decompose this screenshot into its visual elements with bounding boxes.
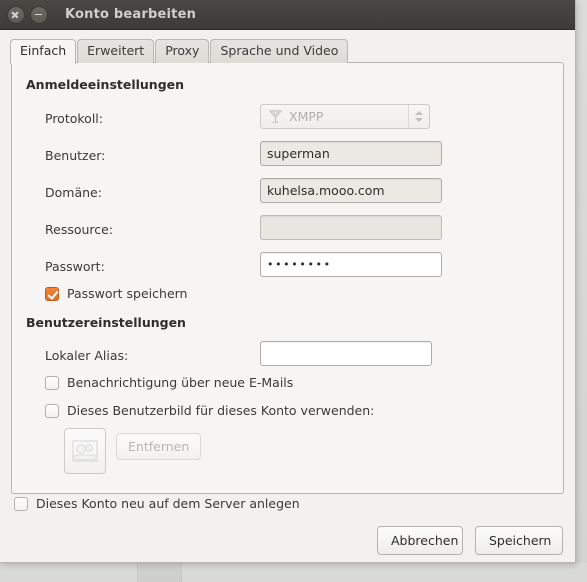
tab-panel-einfach: Anmeldeeinstellungen Protokoll: XMPP Ben… xyxy=(11,62,564,494)
user-label: Benutzer: xyxy=(45,148,106,163)
account-edit-dialog: Konto bearbeiten Einfach Erweitert Proxy… xyxy=(0,0,576,563)
close-icon[interactable] xyxy=(7,5,25,24)
cancel-button[interactable]: Abbrechen xyxy=(377,526,463,555)
use-avatar-checkbox-row[interactable]: Dieses Benutzerbild für dieses Konto ver… xyxy=(45,403,374,418)
domain-label: Domäne: xyxy=(45,185,102,200)
tab-proxy[interactable]: Proxy xyxy=(155,39,210,63)
register-account-checkbox[interactable] xyxy=(14,496,28,511)
save-password-checkbox[interactable] xyxy=(45,286,59,301)
use-avatar-checkbox[interactable] xyxy=(45,403,59,418)
notify-mail-checkbox-row[interactable]: Benachrichtigung über neue E-Mails xyxy=(45,375,293,390)
minimize-icon[interactable] xyxy=(30,5,48,24)
window-title: Konto bearbeiten xyxy=(65,7,197,22)
titlebar: Konto bearbeiten xyxy=(0,0,575,30)
resource-input[interactable] xyxy=(260,215,442,240)
avatar-button[interactable] xyxy=(64,428,106,474)
resource-label: Ressource: xyxy=(45,222,114,237)
tab-einfach[interactable]: Einfach xyxy=(10,39,77,64)
save-password-label: Passwort speichern xyxy=(67,286,188,301)
spinner-down-icon[interactable] xyxy=(415,118,423,122)
protocol-label: Protokoll: xyxy=(45,111,103,126)
save-password-checkbox-row[interactable]: Passwort speichern xyxy=(45,286,187,301)
desktop-window-edge xyxy=(137,563,182,582)
image-placeholder-icon xyxy=(72,440,98,462)
password-input[interactable]: •••••••• xyxy=(260,252,442,277)
tab-erweitert[interactable]: Erweitert xyxy=(77,39,155,63)
user-input[interactable]: superman xyxy=(260,141,442,166)
protocol-combobox[interactable]: XMPP xyxy=(260,104,430,129)
local-alias-input[interactable] xyxy=(260,341,432,366)
register-account-checkbox-row[interactable]: Dieses Konto neu auf dem Server anlegen xyxy=(14,496,300,511)
protocol-spinner[interactable] xyxy=(408,105,429,128)
protocol-value: XMPP xyxy=(289,109,324,124)
local-alias-label: Lokaler Alias: xyxy=(45,348,129,363)
spinner-up-icon[interactable] xyxy=(415,111,423,115)
login-settings-heading: Anmeldeeinstellungen xyxy=(26,77,185,92)
save-button[interactable]: Speichern xyxy=(475,526,563,555)
domain-input[interactable]: kuhelsa.mooo.com xyxy=(260,178,442,203)
remove-avatar-button[interactable]: Entfernen xyxy=(116,433,202,460)
tab-sprache-und-video[interactable]: Sprache und Video xyxy=(210,39,349,63)
password-label: Passwort: xyxy=(45,259,105,274)
user-settings-heading: Benutzereinstellungen xyxy=(26,315,186,330)
use-avatar-label: Dieses Benutzerbild für dieses Konto ver… xyxy=(67,403,375,418)
notify-mail-checkbox[interactable] xyxy=(45,375,59,390)
desktop-strip xyxy=(0,563,587,582)
xmpp-icon xyxy=(268,110,283,123)
tab-bar: Einfach Erweitert Proxy Sprache und Vide… xyxy=(10,38,575,64)
register-account-label: Dieses Konto neu auf dem Server anlegen xyxy=(36,496,300,511)
notify-mail-label: Benachrichtigung über neue E-Mails xyxy=(67,375,294,390)
